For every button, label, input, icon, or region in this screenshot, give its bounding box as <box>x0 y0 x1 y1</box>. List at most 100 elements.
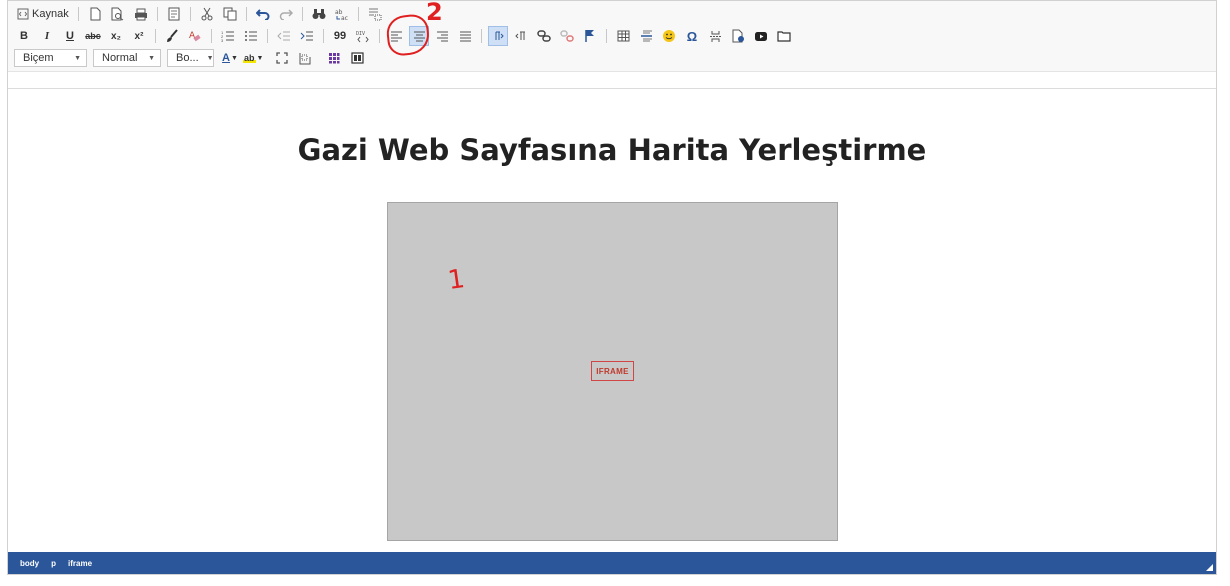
svg-text:3: 3 <box>221 38 224 42</box>
unlink-button[interactable] <box>557 26 577 46</box>
scissors-icon <box>200 7 214 21</box>
iframe-placeholder-label: IFRAME <box>591 361 634 381</box>
folder-icon <box>777 30 791 42</box>
page-break-button[interactable] <box>705 26 725 46</box>
align-right-button[interactable] <box>432 26 452 46</box>
remove-format-button[interactable]: A <box>185 26 205 46</box>
cut-button[interactable] <box>197 4 217 24</box>
undo-button[interactable] <box>253 4 273 24</box>
chevron-down-icon: ▼ <box>206 54 214 62</box>
separator <box>606 29 607 43</box>
layout-icon <box>351 52 364 64</box>
create-div-button[interactable]: DIV <box>353 26 373 46</box>
horizontal-rule-button[interactable] <box>636 26 656 46</box>
new-page-button[interactable] <box>85 4 105 24</box>
paintbrush-icon <box>165 29 179 43</box>
separator <box>245 7 247 21</box>
background-color-button[interactable]: ab ▼ <box>243 48 263 68</box>
path-crumb-iframe[interactable]: iframe <box>68 559 92 568</box>
rtl-direction-button[interactable] <box>511 26 531 46</box>
toolbar-row-1: Kaynak ab ac <box>14 4 388 24</box>
annotation-marker-2: 2 <box>426 0 443 26</box>
preview-button[interactable] <box>108 4 128 24</box>
bold-button[interactable]: B <box>14 26 34 46</box>
link-button[interactable] <box>534 26 554 46</box>
paragraph-dropdown-value: Normal <box>102 52 138 64</box>
separator <box>156 7 158 21</box>
element-path-bar: body p iframe <box>8 552 1216 574</box>
grid-button[interactable] <box>324 48 344 68</box>
rich-text-editor: Kaynak ab ac B I U abc x₂ x² A 1 2 3 99 … <box>7 0 1217 575</box>
separator <box>357 7 359 21</box>
print-button[interactable] <box>131 4 151 24</box>
bulleted-list-button[interactable] <box>241 26 261 46</box>
maximize-button[interactable] <box>272 48 292 68</box>
editor-toolbar: Kaynak ab ac B I U abc x₂ x² A 1 2 3 99 … <box>8 1 1216 71</box>
embedded-iframe[interactable]: IFRAME <box>387 202 838 541</box>
replace-icon: ab ac <box>335 7 349 21</box>
layout-button[interactable] <box>347 48 367 68</box>
redo-icon <box>279 8 293 20</box>
subscript-button[interactable]: x₂ <box>106 26 126 46</box>
separator <box>481 29 482 43</box>
italic-button[interactable]: I <box>37 26 57 46</box>
select-all-button[interactable] <box>365 4 385 24</box>
copy-formatting-button[interactable] <box>162 26 182 46</box>
link-icon <box>537 29 551 43</box>
show-blocks-icon <box>299 52 311 65</box>
page-break-icon <box>709 30 722 43</box>
ltr-direction-button[interactable] <box>488 26 508 46</box>
binoculars-icon <box>312 8 326 20</box>
outdent-button[interactable] <box>274 26 294 46</box>
separator <box>379 29 380 43</box>
strikethrough-button[interactable]: abc <box>83 26 103 46</box>
find-button[interactable] <box>309 4 329 24</box>
smiley-button[interactable] <box>659 26 679 46</box>
separator <box>323 29 324 43</box>
print-icon <box>134 8 148 21</box>
special-char-button[interactable]: Ω <box>682 26 702 46</box>
indent-icon <box>300 30 314 42</box>
font-dropdown[interactable]: Bo... ▼ <box>167 49 214 67</box>
justify-icon <box>459 31 472 42</box>
numbered-list-icon: 123 <box>221 30 235 42</box>
background-color-label: ab <box>243 53 256 63</box>
grid-icon <box>328 52 340 64</box>
new-page-icon <box>89 7 101 21</box>
copy-icon <box>223 7 237 21</box>
redo-button[interactable] <box>276 4 296 24</box>
paragraph-dropdown[interactable]: Normal ▼ <box>93 49 161 67</box>
justify-button[interactable] <box>455 26 475 46</box>
table-button[interactable] <box>613 26 633 46</box>
select-all-icon <box>368 7 382 21</box>
copy-button[interactable] <box>220 4 240 24</box>
blockquote-button[interactable]: 99 <box>330 26 350 46</box>
replace-button[interactable]: ab ac <box>332 4 352 24</box>
format-dropdown-value: Biçem <box>23 52 54 64</box>
separator <box>267 29 268 43</box>
folder-button[interactable] <box>774 26 794 46</box>
eraser-icon: A <box>188 29 202 43</box>
maximize-icon <box>276 52 289 64</box>
unlink-icon <box>560 29 574 43</box>
underline-button[interactable]: U <box>60 26 80 46</box>
editor-content-area[interactable]: Gazi Web Sayfasına Harita Yerleştirme IF… <box>8 89 1216 552</box>
show-blocks-button[interactable] <box>295 48 315 68</box>
omega-icon: Ω <box>686 28 698 44</box>
chevron-down-icon: ▼ <box>256 54 264 62</box>
toolbar-gap <box>8 72 1216 89</box>
youtube-button[interactable] <box>751 26 771 46</box>
anchor-button[interactable] <box>580 26 600 46</box>
indent-button[interactable] <box>297 26 317 46</box>
path-crumb-body[interactable]: body <box>20 559 39 568</box>
source-button[interactable]: Kaynak <box>14 4 72 24</box>
path-crumb-p[interactable]: p <box>51 559 56 568</box>
iframe-button[interactable] <box>728 26 748 46</box>
resize-handle[interactable] <box>1206 564 1213 571</box>
iframe-icon <box>732 29 745 43</box>
format-dropdown[interactable]: Biçem ▼ <box>14 49 87 67</box>
superscript-button[interactable]: x² <box>129 26 149 46</box>
text-color-button[interactable]: A ▼ <box>220 48 240 68</box>
numbered-list-button[interactable]: 123 <box>218 26 238 46</box>
templates-button[interactable] <box>164 4 184 24</box>
